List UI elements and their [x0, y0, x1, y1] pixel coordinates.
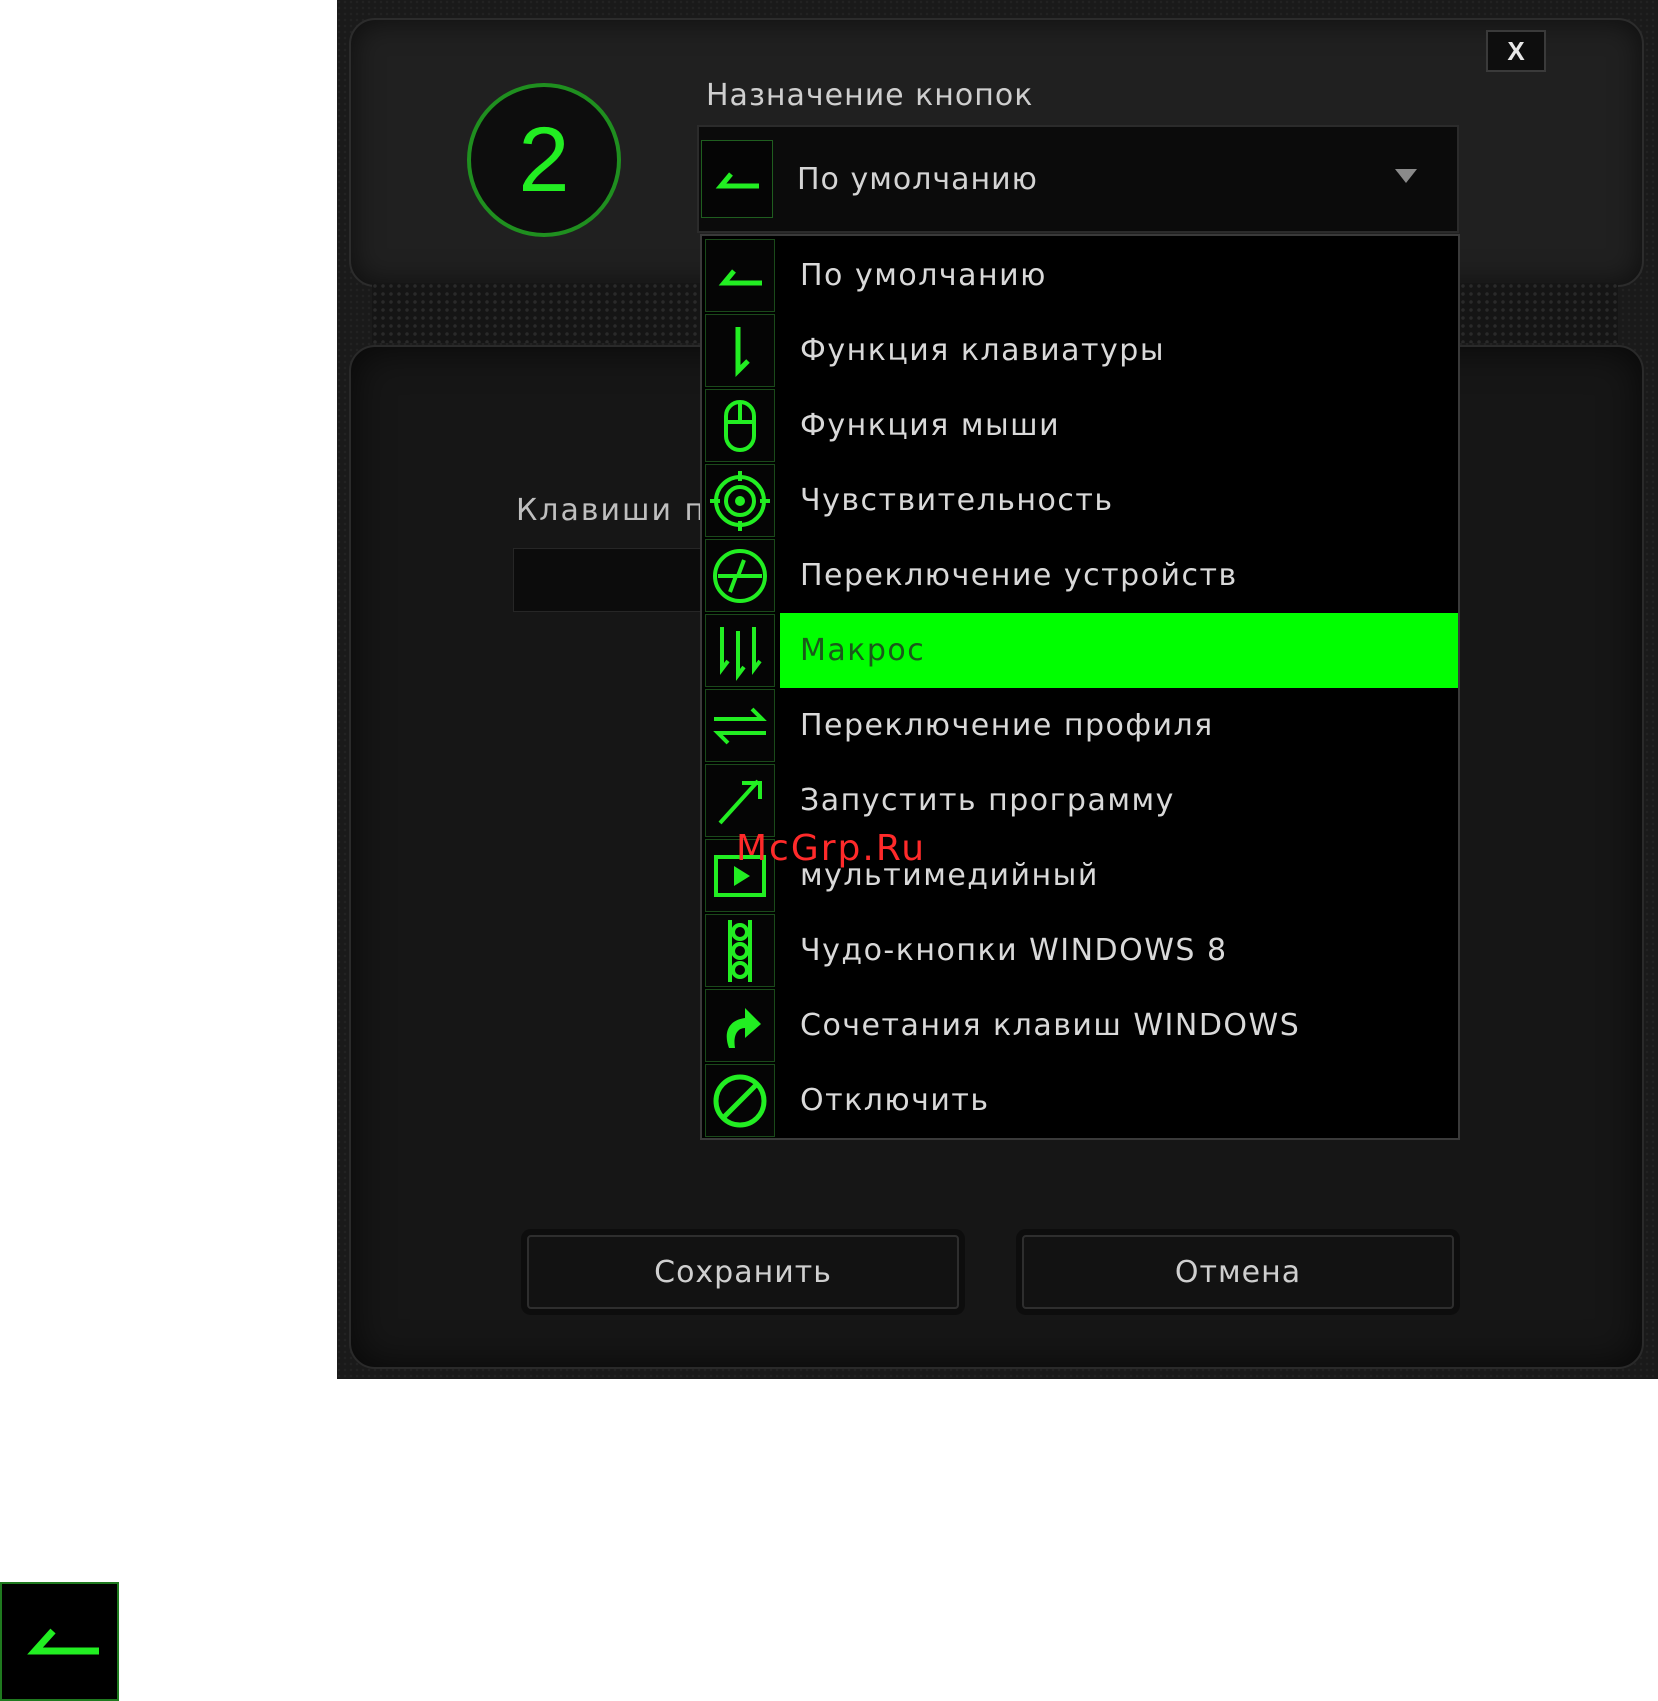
- dropdown-item-windows-shortcuts[interactable]: Сочетания клавиш WINDOWS: [702, 988, 1458, 1063]
- select-value: По умолчанию: [797, 161, 1038, 197]
- button-number-badge: 2: [467, 83, 621, 237]
- dropdown-item-windows8-charms[interactable]: Чудо-кнопки WINDOWS 8: [702, 913, 1458, 988]
- dropdown-item-macro[interactable]: Макрос: [702, 613, 1458, 688]
- chevron-down-icon: [1395, 169, 1417, 183]
- shortcut-arrow-icon: [705, 989, 775, 1062]
- mouse-icon: [705, 389, 775, 462]
- dropdown-item-keyboard[interactable]: Функция клавиатуры: [702, 313, 1458, 388]
- dropdown-item-mouse[interactable]: Функция мыши: [702, 388, 1458, 463]
- keys-label: Клавиши п: [516, 493, 707, 528]
- charms-icon: [705, 914, 775, 987]
- default-return-arrow-icon: [705, 239, 775, 312]
- section-title: Назначение кнопок: [706, 78, 1034, 113]
- macro-arrows-icon: [705, 614, 775, 687]
- dropdown-item-label: Чувствительность: [800, 483, 1114, 518]
- default-return-arrow-icon: [701, 140, 773, 218]
- close-button[interactable]: X: [1486, 30, 1546, 72]
- profile-switch-icon: [705, 689, 775, 762]
- dropdown-item-sensitivity[interactable]: Чувствительность: [702, 463, 1458, 538]
- launch-program-icon: [705, 764, 775, 837]
- dropdown-item-default[interactable]: По умолчанию: [702, 238, 1458, 313]
- keyboard-down-arrow-icon: [705, 314, 775, 387]
- dropdown-item-label: Отключить: [800, 1083, 990, 1118]
- dropdown-item-profile-switch[interactable]: Переключение профиля: [702, 688, 1458, 763]
- button-number: 2: [518, 109, 570, 211]
- dropdown-item-label: Запустить программу: [800, 783, 1175, 818]
- dropdown-item-device-switch[interactable]: Переключение устройств: [702, 538, 1458, 613]
- dropdown-item-label: По умолчанию: [800, 258, 1047, 293]
- dropdown-item-disable[interactable]: Отключить: [702, 1063, 1458, 1138]
- assignment-select[interactable]: По умолчанию: [697, 125, 1459, 233]
- default-return-arrow-icon: [0, 1582, 119, 1701]
- disable-icon: [705, 1064, 775, 1137]
- keys-field[interactable]: [513, 548, 715, 612]
- save-button[interactable]: Сохранить: [527, 1235, 959, 1309]
- device-switch-icon: [705, 539, 775, 612]
- dropdown-item-label: Переключение профиля: [800, 708, 1214, 743]
- dropdown-item-label: Сочетания клавиш WINDOWS: [800, 1008, 1301, 1043]
- dropdown-item-label: Макрос: [780, 613, 1458, 688]
- dropdown-item-label: Функция мыши: [800, 408, 1061, 443]
- assignment-dropdown-list: По умолчанию Функция клавиатуры Функция …: [700, 234, 1460, 1140]
- dropdown-item-label: Переключение устройств: [800, 558, 1238, 593]
- dropdown-item-label: Функция клавиатуры: [800, 333, 1166, 368]
- dropdown-item-launch-program[interactable]: Запустить программу: [702, 763, 1458, 838]
- cancel-button[interactable]: Отмена: [1022, 1235, 1454, 1309]
- watermark-text: McGrp.Ru: [736, 828, 927, 869]
- dropdown-item-label: Чудо-кнопки WINDOWS 8: [800, 933, 1228, 968]
- target-icon: [705, 464, 775, 537]
